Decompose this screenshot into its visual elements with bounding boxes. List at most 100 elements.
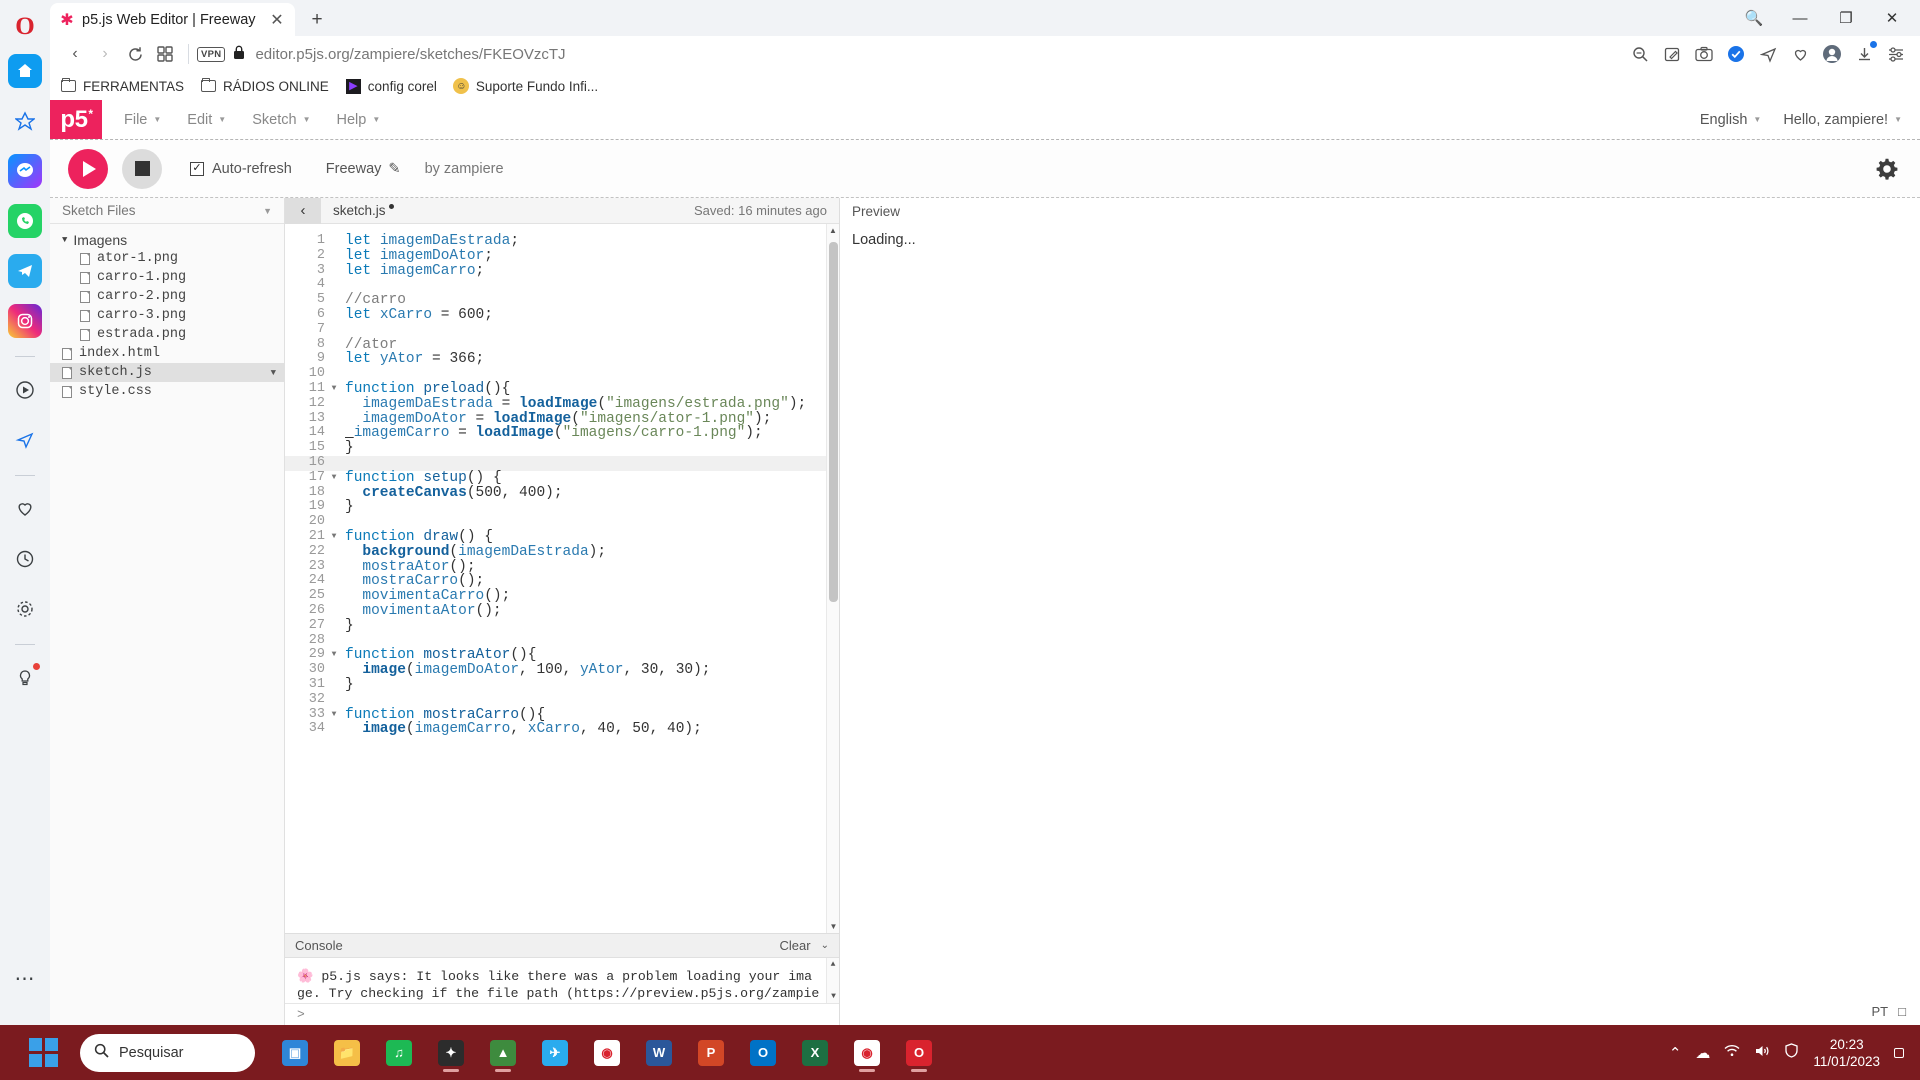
- clock[interactable]: 20:23 11/01/2023: [1813, 1036, 1880, 1070]
- auto-refresh-checkbox[interactable]: ✓: [190, 161, 204, 176]
- file-tree-item[interactable]: carro-2.png: [50, 287, 284, 306]
- close-icon[interactable]: ✕: [267, 10, 287, 30]
- sidebar-home-icon[interactable]: [8, 54, 42, 88]
- console-input[interactable]: >: [285, 1003, 839, 1025]
- file-tree-item[interactable]: ator-1.png: [50, 249, 284, 268]
- tray-chevron-up-icon[interactable]: ⌃: [1669, 1044, 1682, 1062]
- start-button[interactable]: [20, 1030, 66, 1076]
- file-options-icon[interactable]: ▼: [271, 368, 276, 378]
- file-tree-item[interactable]: style.css: [50, 382, 284, 401]
- taskbar-app-powerpoint[interactable]: P: [689, 1031, 733, 1075]
- bookmark-suporte-fundo[interactable]: ☺ Suporte Fundo Infi...: [453, 78, 598, 94]
- address-bar[interactable]: editor.p5js.org/zampiere/sketches/FKEOVz…: [255, 46, 565, 63]
- avatar[interactable]: [1818, 40, 1846, 68]
- taskbar-app-explorer[interactable]: 📁: [325, 1031, 369, 1075]
- taskbar-app-taskview[interactable]: ▣: [273, 1031, 317, 1075]
- stop-button[interactable]: [122, 148, 162, 189]
- gear-icon[interactable]: [1874, 156, 1900, 182]
- bookmark-ferramentas[interactable]: FERRAMENTAS: [60, 78, 184, 94]
- chevron-down-icon[interactable]: ⌄: [821, 940, 829, 951]
- sidebar-telegram-icon[interactable]: [8, 254, 42, 288]
- scroll-down-icon[interactable]: ▼: [827, 920, 839, 933]
- scroll-up-icon[interactable]: ▲: [827, 958, 839, 971]
- minimize-button[interactable]: —: [1780, 4, 1820, 32]
- snapshot-icon[interactable]: [1690, 40, 1718, 68]
- scroll-down-icon[interactable]: ▼: [827, 990, 839, 1003]
- file-tree-item[interactable]: index.html: [50, 344, 284, 363]
- fold-toggle-icon[interactable]: ▼: [329, 530, 339, 545]
- p5-logo-icon[interactable]: p5 *: [50, 100, 102, 139]
- sidebar-more-icon[interactable]: ⋯: [8, 961, 42, 995]
- tab-grid-icon[interactable]: [150, 40, 180, 68]
- scroll-up-icon[interactable]: ▲: [827, 224, 839, 237]
- sidebar-whatsapp-icon[interactable]: [8, 204, 42, 238]
- fold-toggle-icon[interactable]: ▼: [329, 382, 339, 397]
- taskbar-app-word[interactable]: W: [637, 1031, 681, 1075]
- folder-toggle-icon[interactable]: ▼: [62, 235, 67, 245]
- sidebar-player-icon[interactable]: [8, 373, 42, 407]
- editor-scrollbar[interactable]: ▲ ▼: [826, 224, 839, 933]
- console-clear-button[interactable]: Clear: [780, 938, 811, 953]
- new-tab-button[interactable]: +: [305, 8, 329, 32]
- taskbar-app-excel[interactable]: X: [793, 1031, 837, 1075]
- taskbar-app-chrome2[interactable]: ◉: [845, 1031, 889, 1075]
- taskbar-app-outlook[interactable]: O: [741, 1031, 785, 1075]
- sidebar-aria-icon[interactable]: [8, 104, 42, 138]
- pencil-icon[interactable]: ✎: [388, 161, 400, 177]
- code-area[interactable]: 1 let imagemDaEstrada; 2 let imagemDoAtor; 3…: [285, 224, 839, 933]
- bookmark-config-corel[interactable]: ▶ config corel: [345, 78, 437, 94]
- fold-toggle-icon[interactable]: ▼: [329, 708, 339, 723]
- taskbar-app-chrome[interactable]: ◉: [585, 1031, 629, 1075]
- downloads-icon[interactable]: [1850, 40, 1878, 68]
- zoom-icon[interactable]: [1626, 40, 1654, 68]
- onedrive-cloud-icon[interactable]: ☁: [1695, 1044, 1710, 1062]
- sidebar-settings-icon[interactable]: [8, 592, 42, 626]
- console-scrollbar[interactable]: ▲ ▼: [826, 958, 839, 1003]
- collapse-sidebar-button[interactable]: ‹: [285, 197, 321, 224]
- sketch-name[interactable]: Freeway ✎: [326, 161, 401, 177]
- taskbar-app-opera[interactable]: O: [897, 1031, 941, 1075]
- back-button[interactable]: ‹: [60, 40, 90, 68]
- heart-icon[interactable]: [1786, 40, 1814, 68]
- language-selector[interactable]: English ▼: [1700, 112, 1761, 128]
- volume-icon[interactable]: [1754, 1044, 1770, 1062]
- scrollbar-thumb[interactable]: [829, 242, 838, 602]
- wifi-icon[interactable]: [1724, 1044, 1740, 1061]
- sidebar-send-icon[interactable]: [8, 423, 42, 457]
- reload-icon[interactable]: [120, 40, 150, 68]
- shield-check-icon[interactable]: [1722, 40, 1750, 68]
- search-input[interactable]: Pesquisar: [80, 1033, 255, 1072]
- fold-toggle-icon[interactable]: ▼: [329, 471, 339, 486]
- ime-expand-icon[interactable]: □: [1898, 1004, 1906, 1019]
- window-close-button[interactable]: ✕: [1872, 4, 1912, 32]
- taskbar-app-app-green[interactable]: ▲: [481, 1031, 525, 1075]
- vpn-badge[interactable]: VPN: [197, 46, 226, 62]
- menu-file[interactable]: File ▼: [112, 100, 173, 140]
- file-tree-item[interactable]: sketch.js ▼: [50, 363, 284, 382]
- lock-icon[interactable]: [233, 45, 245, 63]
- tab-search-icon[interactable]: 🔍: [1734, 4, 1774, 32]
- sidebar-messenger-icon[interactable]: [8, 154, 42, 188]
- taskbar-app-telegram[interactable]: ✈: [533, 1031, 577, 1075]
- notifications-icon[interactable]: [1894, 1047, 1904, 1058]
- opera-logo-icon[interactable]: O: [8, 10, 42, 44]
- fold-toggle-icon[interactable]: ▼: [329, 648, 339, 663]
- sidebar-tips-icon[interactable]: [8, 661, 42, 695]
- auto-refresh-toggle[interactable]: ✓ Auto-refresh: [190, 161, 292, 177]
- chevron-down-icon[interactable]: ▼: [263, 206, 272, 216]
- taskbar-app-spotify[interactable]: ♫: [377, 1031, 421, 1075]
- bookmark-radios-online[interactable]: RÁDIOS ONLINE: [200, 78, 329, 94]
- file-tree-item[interactable]: carro-1.png: [50, 268, 284, 287]
- menu-sketch[interactable]: Sketch ▼: [240, 100, 322, 140]
- send-page-icon[interactable]: [1754, 40, 1782, 68]
- forward-button[interactable]: ›: [90, 40, 120, 68]
- taskbar-app-app-dark[interactable]: ✦: [429, 1031, 473, 1075]
- menu-edit[interactable]: Edit ▼: [175, 100, 238, 140]
- maximize-button[interactable]: ❐: [1826, 4, 1866, 32]
- browser-tab[interactable]: ✱ p5.js Web Editor | Freeway ✕: [50, 3, 295, 36]
- account-menu[interactable]: Hello, zampiere! ▼: [1783, 112, 1902, 128]
- sidebar-history-icon[interactable]: [8, 542, 42, 576]
- ime-language-indicator[interactable]: PT □: [1872, 1004, 1906, 1019]
- menu-help[interactable]: Help ▼: [324, 100, 392, 140]
- play-button[interactable]: [68, 148, 108, 189]
